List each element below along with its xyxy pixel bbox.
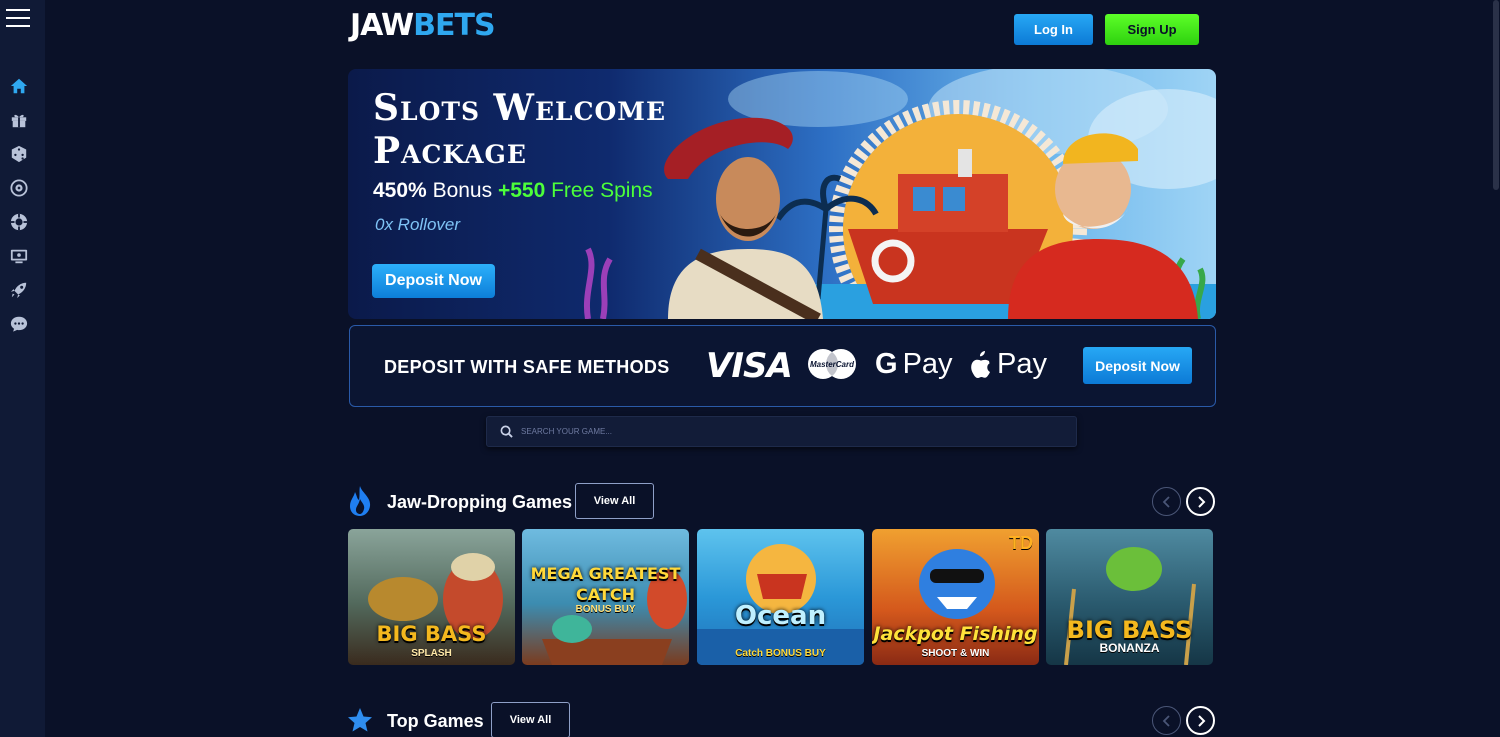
apple-pay-logo: Pay	[969, 348, 1047, 381]
next-arrow-top-games[interactable]	[1186, 706, 1215, 735]
scrollbar-thumb[interactable]	[1493, 0, 1499, 190]
visa-logo: VISA	[706, 346, 793, 386]
game-subtitle: SHOOT & WIN	[921, 648, 990, 659]
logo-text-bets: BETS	[413, 8, 495, 43]
game-name: MEGA GREATEST CATCH	[530, 564, 681, 604]
game-subtitle: BONUS BUY	[575, 604, 636, 615]
bonus-word: Bonus	[432, 179, 493, 202]
banner-title-line1: Slots Welcome	[373, 87, 667, 129]
chevron-right-icon	[1197, 714, 1205, 727]
login-button[interactable]: Log In	[1014, 14, 1093, 45]
google-pay-text: Pay	[902, 348, 953, 380]
apple-icon	[971, 350, 990, 378]
star-icon	[348, 708, 372, 732]
poker-chip-icon[interactable]	[9, 212, 29, 232]
game-subtitle: Catch BONUS BUY	[735, 648, 826, 659]
sidebar	[0, 0, 45, 737]
home-icon[interactable]	[9, 76, 29, 96]
banner-title: Slots Welcome Package	[373, 87, 666, 173]
game-tile-ocean-catch[interactable]: Ocean Catch BONUS BUY	[697, 529, 864, 665]
banner-deposit-button[interactable]: Deposit Now	[372, 264, 495, 298]
view-all-button-jaw-dropping[interactable]: View All	[575, 483, 654, 519]
banner-rollover: 0x Rollover	[375, 215, 461, 234]
mastercard-logo: MasterCard	[808, 349, 856, 379]
search-input[interactable]	[521, 427, 1041, 436]
site-logo[interactable]: JAWBETS	[350, 8, 496, 43]
deposit-methods-label: DEPOSIT WITH SAFE METHODS	[384, 357, 670, 377]
promo-banner[interactable]: Slots Welcome Package 450% Bonus +550 Fr…	[348, 69, 1216, 319]
game-name: BIG BASS	[1066, 616, 1193, 644]
game-tile-big-bass-bonanza[interactable]: BIG BASS BONANZA	[1046, 529, 1213, 665]
chat-icon[interactable]	[9, 314, 29, 334]
mastercard-text: MasterCard	[810, 360, 855, 369]
menu-icon[interactable]	[6, 9, 30, 29]
game-tile-big-bass-splash[interactable]: BIG BASS SPLASH	[348, 529, 515, 665]
chevron-left-icon	[1162, 495, 1170, 508]
game-tile-mega-greatest-catch[interactable]: MEGA GREATEST CATCH BONUS BUY	[522, 529, 689, 665]
td-badge: TD	[1009, 533, 1033, 553]
game-subtitle: BONANZA	[1099, 641, 1160, 655]
game-subtitle: SPLASH	[411, 648, 452, 659]
chevron-left-icon	[1162, 714, 1170, 727]
roulette-icon[interactable]	[9, 178, 29, 198]
spins-count: +550	[497, 179, 546, 202]
game-name: Ocean	[734, 601, 827, 631]
rocket-icon[interactable]	[9, 280, 29, 300]
signup-button[interactable]: Sign Up	[1105, 14, 1199, 45]
section-title-top-games: Top Games	[387, 711, 484, 731]
logo-text-jaw: JAW	[350, 8, 414, 43]
flame-icon	[350, 486, 371, 516]
game-name: BIG BASS	[376, 622, 487, 646]
view-all-button-top-games[interactable]: View All	[491, 702, 570, 737]
spins-word: Free Spins	[551, 179, 653, 202]
google-pay-logo: G Pay	[875, 348, 953, 381]
search-icon	[500, 425, 513, 438]
live-casino-icon[interactable]	[9, 246, 29, 266]
bonus-percent: 450%	[373, 179, 427, 202]
game-search-bar[interactable]	[486, 416, 1077, 447]
dice-icon[interactable]	[9, 144, 29, 164]
game-tile-jackpot-fishing[interactable]: TD Jackpot Fishing SHOOT & WIN	[872, 529, 1039, 665]
chevron-right-icon	[1197, 495, 1205, 508]
google-g-icon: G	[875, 348, 898, 380]
prev-arrow-top-games[interactable]	[1152, 706, 1181, 735]
prev-arrow-jaw-dropping[interactable]	[1152, 487, 1181, 516]
gift-icon[interactable]	[9, 110, 29, 130]
ocean-catch-art	[697, 544, 864, 665]
banner-bonus-text: 450% Bonus +550 Free Spins	[373, 179, 653, 203]
deposit-methods-panel: DEPOSIT WITH SAFE METHODS VISA MasterCar…	[349, 325, 1216, 407]
next-arrow-jaw-dropping[interactable]	[1186, 487, 1215, 516]
apple-pay-text: Pay	[997, 348, 1047, 380]
page-scrollbar[interactable]	[1492, 0, 1500, 737]
methods-deposit-button[interactable]: Deposit Now	[1083, 347, 1192, 384]
section-title-jaw-dropping: Jaw-Dropping Games	[387, 492, 573, 512]
banner-title-line2: Package	[373, 130, 527, 172]
game-name: Jackpot Fishing	[873, 623, 1038, 645]
